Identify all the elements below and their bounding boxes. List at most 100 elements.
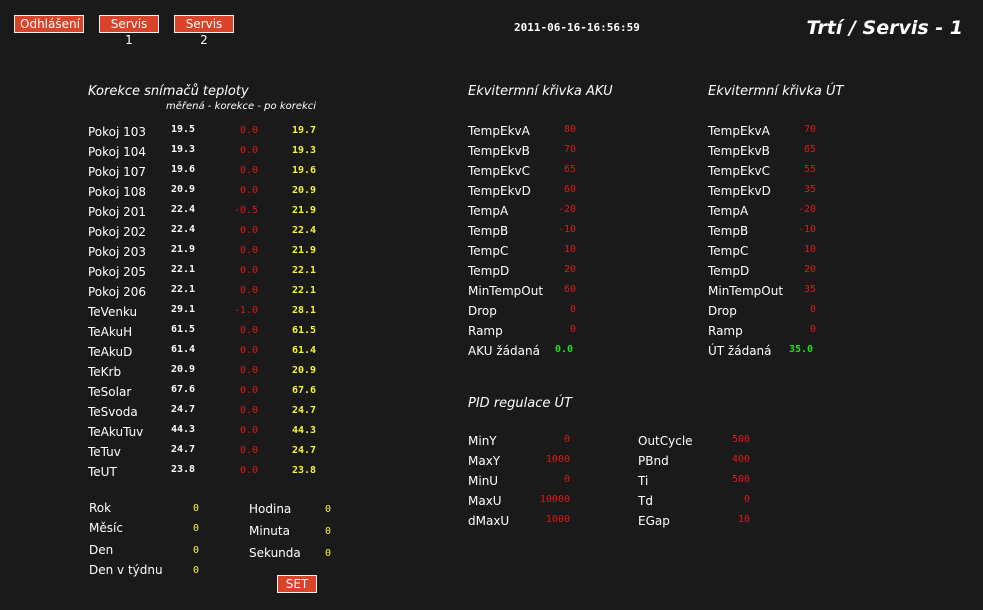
- datetime-value[interactable]: 0: [179, 545, 199, 556]
- korekce-row: Pokoj 107 19.6 0.0 19.6: [88, 164, 328, 182]
- measured-value: 22.4: [171, 224, 196, 235]
- sensor-name: TeAkuH: [88, 325, 133, 339]
- corrected-value: 19.3: [292, 145, 317, 156]
- sensor-name: Pokoj 104: [88, 145, 147, 159]
- param-value[interactable]: -10: [538, 224, 576, 235]
- correction-value[interactable]: 0.0: [220, 385, 258, 396]
- correction-value[interactable]: 0.0: [220, 185, 258, 196]
- param-value[interactable]: 10: [778, 244, 816, 255]
- correction-value[interactable]: -0.5: [220, 205, 258, 216]
- param-value[interactable]: 55: [778, 164, 816, 175]
- param-value[interactable]: 80: [538, 124, 576, 135]
- ut-row: MinTempOut 35: [708, 284, 838, 302]
- aku-row: TempA -20: [468, 204, 598, 222]
- pid-value[interactable]: 0: [700, 494, 750, 505]
- corrected-value: 61.4: [292, 345, 317, 356]
- aku-result-row: AKU žádaná 0.0: [468, 344, 598, 362]
- param-value[interactable]: 35: [778, 184, 816, 195]
- datetime-value[interactable]: 0: [311, 526, 331, 537]
- pid-value[interactable]: 10000: [520, 494, 570, 505]
- pid-value[interactable]: 400: [700, 454, 750, 465]
- ut-title: Ekvitermní křivka ÚT: [708, 84, 844, 99]
- param-value[interactable]: 65: [538, 164, 576, 175]
- correction-value[interactable]: 0.0: [220, 125, 258, 136]
- pid-value[interactable]: 0: [520, 474, 570, 485]
- ut-row: TempC 10: [708, 244, 838, 262]
- corrected-value: 22.4: [292, 225, 317, 236]
- corrected-value: 20.9: [292, 365, 317, 376]
- pid-value[interactable]: 10: [700, 514, 750, 525]
- korekce-row: TeKrb 20.9 0.0 20.9: [88, 364, 328, 382]
- param-value[interactable]: 70: [538, 144, 576, 155]
- pid-row: OutCycle 500: [638, 434, 758, 452]
- datetime-row: Minuta 0: [249, 524, 339, 542]
- param-value[interactable]: 35: [778, 284, 816, 295]
- correction-value[interactable]: 0.0: [220, 165, 258, 176]
- corrected-value: 20.9: [292, 185, 317, 196]
- param-label: MinTempOut: [708, 284, 784, 298]
- param-value[interactable]: 10: [538, 244, 576, 255]
- param-label: TempB: [468, 224, 509, 238]
- pid-value[interactable]: 1000: [520, 454, 570, 465]
- aku-row: TempEkvB 70: [468, 144, 598, 162]
- korekce-row: TeAkuD 61.4 0.0 61.4: [88, 344, 328, 362]
- correction-value[interactable]: 0.0: [220, 325, 258, 336]
- param-label: MinTempOut: [468, 284, 544, 298]
- sensor-name: TeTuv: [88, 445, 121, 459]
- korekce-row: Pokoj 201 22.4 -0.5 21.9: [88, 204, 328, 222]
- pid-label: EGap: [638, 514, 670, 528]
- param-value[interactable]: 65: [778, 144, 816, 155]
- correction-value[interactable]: 0.0: [220, 145, 258, 156]
- correction-value[interactable]: 0.0: [220, 225, 258, 236]
- logout-button[interactable]: Odhlášení: [14, 15, 84, 33]
- correction-value[interactable]: 0.0: [220, 265, 258, 276]
- datetime-value[interactable]: 0: [179, 523, 199, 534]
- pid-row: Td 0: [638, 494, 758, 512]
- datetime-label: Sekunda: [249, 546, 301, 560]
- pid-value[interactable]: 1000: [520, 514, 570, 525]
- pid-value[interactable]: 500: [700, 434, 750, 445]
- korekce-row: TeAkuH 61.5 0.0 61.5: [88, 324, 328, 342]
- correction-value[interactable]: 0.0: [220, 285, 258, 296]
- correction-value[interactable]: 0.0: [220, 445, 258, 456]
- datetime-label: Den v týdnu: [89, 563, 163, 577]
- param-value[interactable]: 0: [778, 324, 816, 335]
- correction-value[interactable]: 0.0: [220, 465, 258, 476]
- aku-row: Drop 0: [468, 304, 598, 322]
- korekce-row: Pokoj 103 19.5 0.0 19.7: [88, 124, 328, 142]
- sensor-name: TeSolar: [88, 385, 132, 399]
- correction-value[interactable]: 0.0: [220, 425, 258, 436]
- sensor-name: TeVenku: [88, 305, 138, 319]
- param-value[interactable]: 20: [538, 264, 576, 275]
- ut-row: TempEkvB 65: [708, 144, 838, 162]
- param-value[interactable]: 70: [778, 124, 816, 135]
- correction-value[interactable]: 0.0: [220, 245, 258, 256]
- servis1-button[interactable]: Servis 1: [99, 15, 159, 47]
- correction-value[interactable]: 0.0: [220, 365, 258, 376]
- ut-row: TempEkvC 55: [708, 164, 838, 182]
- measured-value: 20.9: [171, 364, 196, 375]
- param-value[interactable]: 60: [538, 184, 576, 195]
- pid-value[interactable]: 0: [520, 434, 570, 445]
- set-button[interactable]: SET: [277, 575, 317, 593]
- datetime-value[interactable]: 0: [179, 503, 199, 514]
- pid-value[interactable]: 500: [700, 474, 750, 485]
- sensor-name: Pokoj 201: [88, 205, 147, 219]
- param-value[interactable]: 20: [778, 264, 816, 275]
- datetime-value[interactable]: 0: [311, 548, 331, 559]
- param-value[interactable]: 0: [538, 324, 576, 335]
- param-value[interactable]: -10: [778, 224, 816, 235]
- correction-value[interactable]: -1.0: [220, 305, 258, 316]
- datetime-value[interactable]: 0: [179, 565, 199, 576]
- param-value[interactable]: 60: [538, 284, 576, 295]
- param-value[interactable]: 0: [538, 304, 576, 315]
- servis2-button[interactable]: Servis 2: [174, 15, 234, 47]
- param-value[interactable]: 0: [778, 304, 816, 315]
- param-value[interactable]: -20: [538, 204, 576, 215]
- datetime-row: Den 0: [89, 543, 209, 561]
- param-value[interactable]: -20: [778, 204, 816, 215]
- measured-value: 22.4: [171, 204, 196, 215]
- datetime-value[interactable]: 0: [311, 504, 331, 515]
- correction-value[interactable]: 0.0: [220, 345, 258, 356]
- correction-value[interactable]: 0.0: [220, 405, 258, 416]
